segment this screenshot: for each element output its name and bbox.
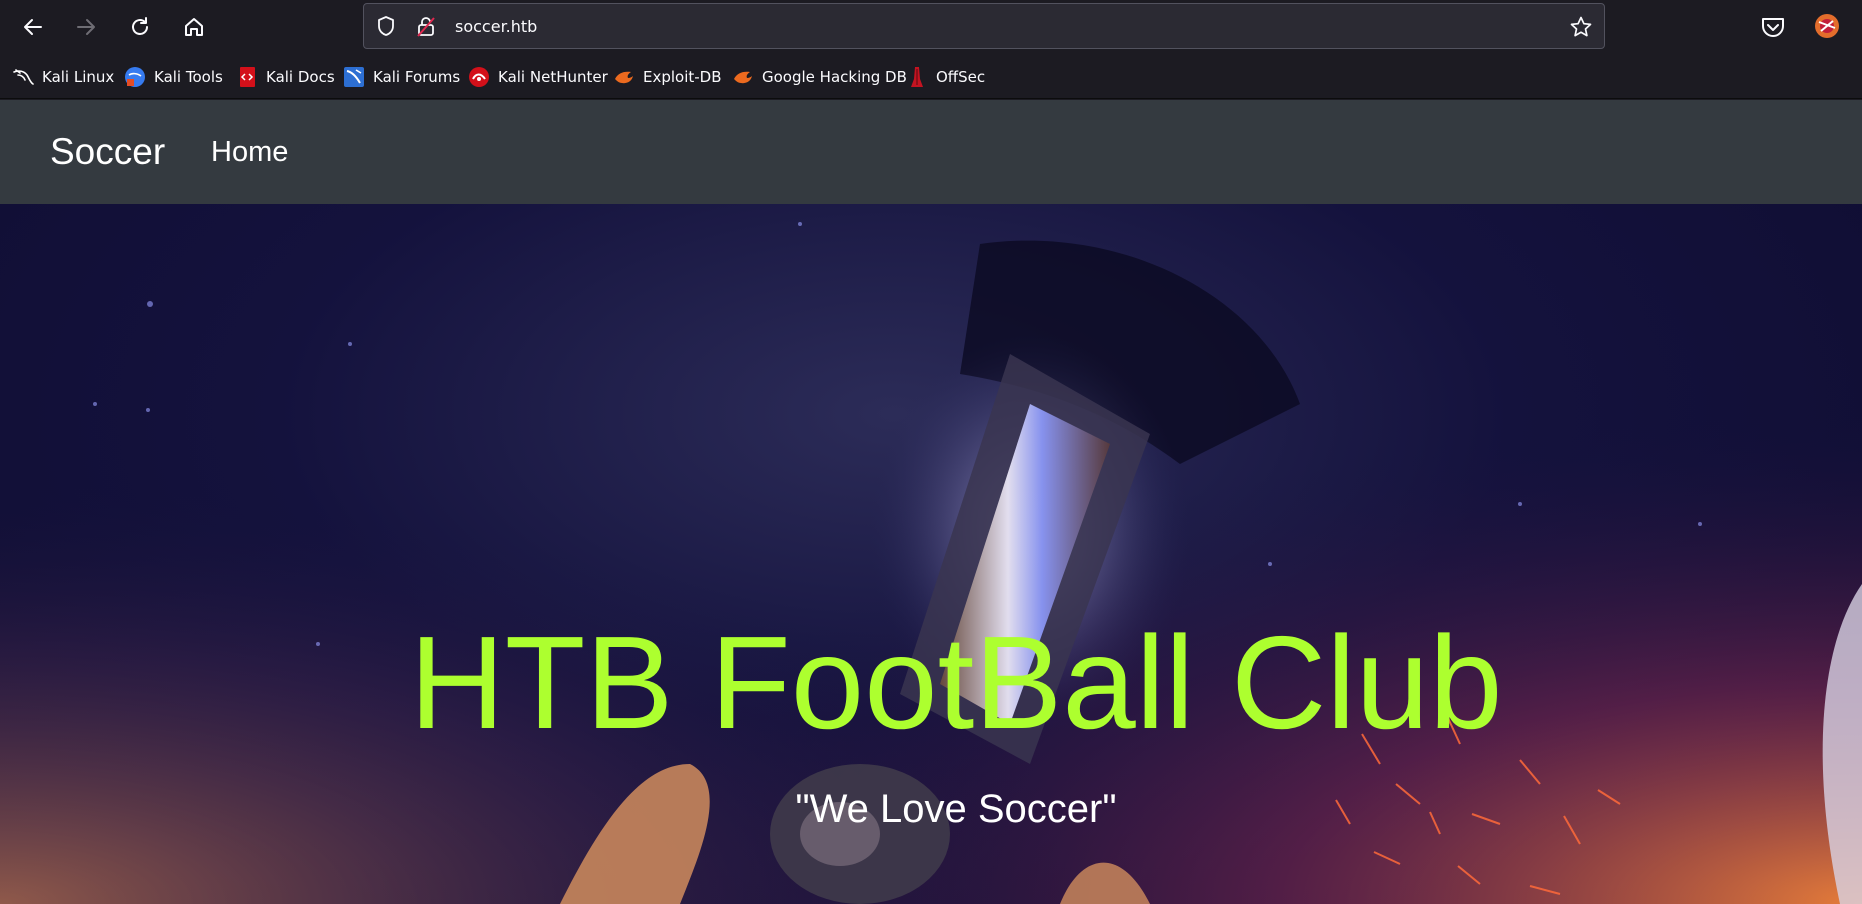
- account-avatar-icon[interactable]: [1813, 12, 1841, 40]
- bookmark-star-icon[interactable]: [1569, 15, 1593, 39]
- kali-tools-icon: [124, 66, 146, 88]
- url-bar[interactable]: soccer.htb: [363, 3, 1605, 49]
- site-navbar: Soccer Home: [0, 100, 1862, 204]
- hero-section: HTB FootBall Club "We Love Soccer": [0, 204, 1862, 904]
- kali-dragon-icon: [12, 66, 34, 88]
- exploit-db-icon: [613, 66, 635, 88]
- back-arrow-icon: [24, 19, 42, 35]
- bookmark-google-hacking-db[interactable]: Google Hacking DB: [732, 64, 907, 90]
- back-button[interactable]: [15, 9, 51, 45]
- bookmark-kali-forums[interactable]: Kali Forums: [343, 64, 460, 90]
- bookmark-kali-nethunter[interactable]: Kali NetHunter: [468, 64, 608, 90]
- forward-button[interactable]: [68, 9, 104, 45]
- offsec-icon: [906, 66, 928, 88]
- bookmarks-bar: Kali Linux Kali Tools Kali Docs Kali For…: [0, 54, 1862, 99]
- bookmark-kali-tools[interactable]: Kali Tools: [124, 64, 223, 90]
- forward-arrow-icon: [77, 19, 95, 35]
- hero-subtitle: "We Love Soccer": [795, 787, 1117, 831]
- kali-nethunter-icon: [468, 66, 490, 88]
- kali-docs-icon: [236, 66, 258, 88]
- ghdb-icon: [732, 66, 754, 88]
- home-button[interactable]: [176, 9, 212, 45]
- page-viewport: Soccer Home HTB FootBall Club "We Love S…: [0, 100, 1862, 904]
- insecure-lock-icon[interactable]: [415, 15, 437, 37]
- bookmark-offsec[interactable]: OffSec: [906, 64, 985, 90]
- reload-icon: [132, 17, 148, 35]
- hero-title: HTB FootBall Club: [409, 609, 1503, 756]
- bookmark-kali-linux[interactable]: Kali Linux: [12, 64, 114, 90]
- url-text[interactable]: soccer.htb: [455, 17, 537, 36]
- browser-toolbar: soccer.htb: [0, 0, 1862, 54]
- bookmark-exploit-db[interactable]: Exploit-DB: [613, 64, 722, 90]
- kali-forums-icon: [343, 66, 365, 88]
- tracking-shield-icon[interactable]: [375, 15, 397, 37]
- nav-home-link[interactable]: Home: [211, 136, 288, 169]
- pocket-icon[interactable]: [1760, 14, 1786, 40]
- reload-button[interactable]: [122, 9, 158, 45]
- bookmark-kali-docs[interactable]: Kali Docs: [236, 64, 335, 90]
- home-icon: [185, 18, 203, 36]
- site-brand[interactable]: Soccer: [50, 131, 165, 173]
